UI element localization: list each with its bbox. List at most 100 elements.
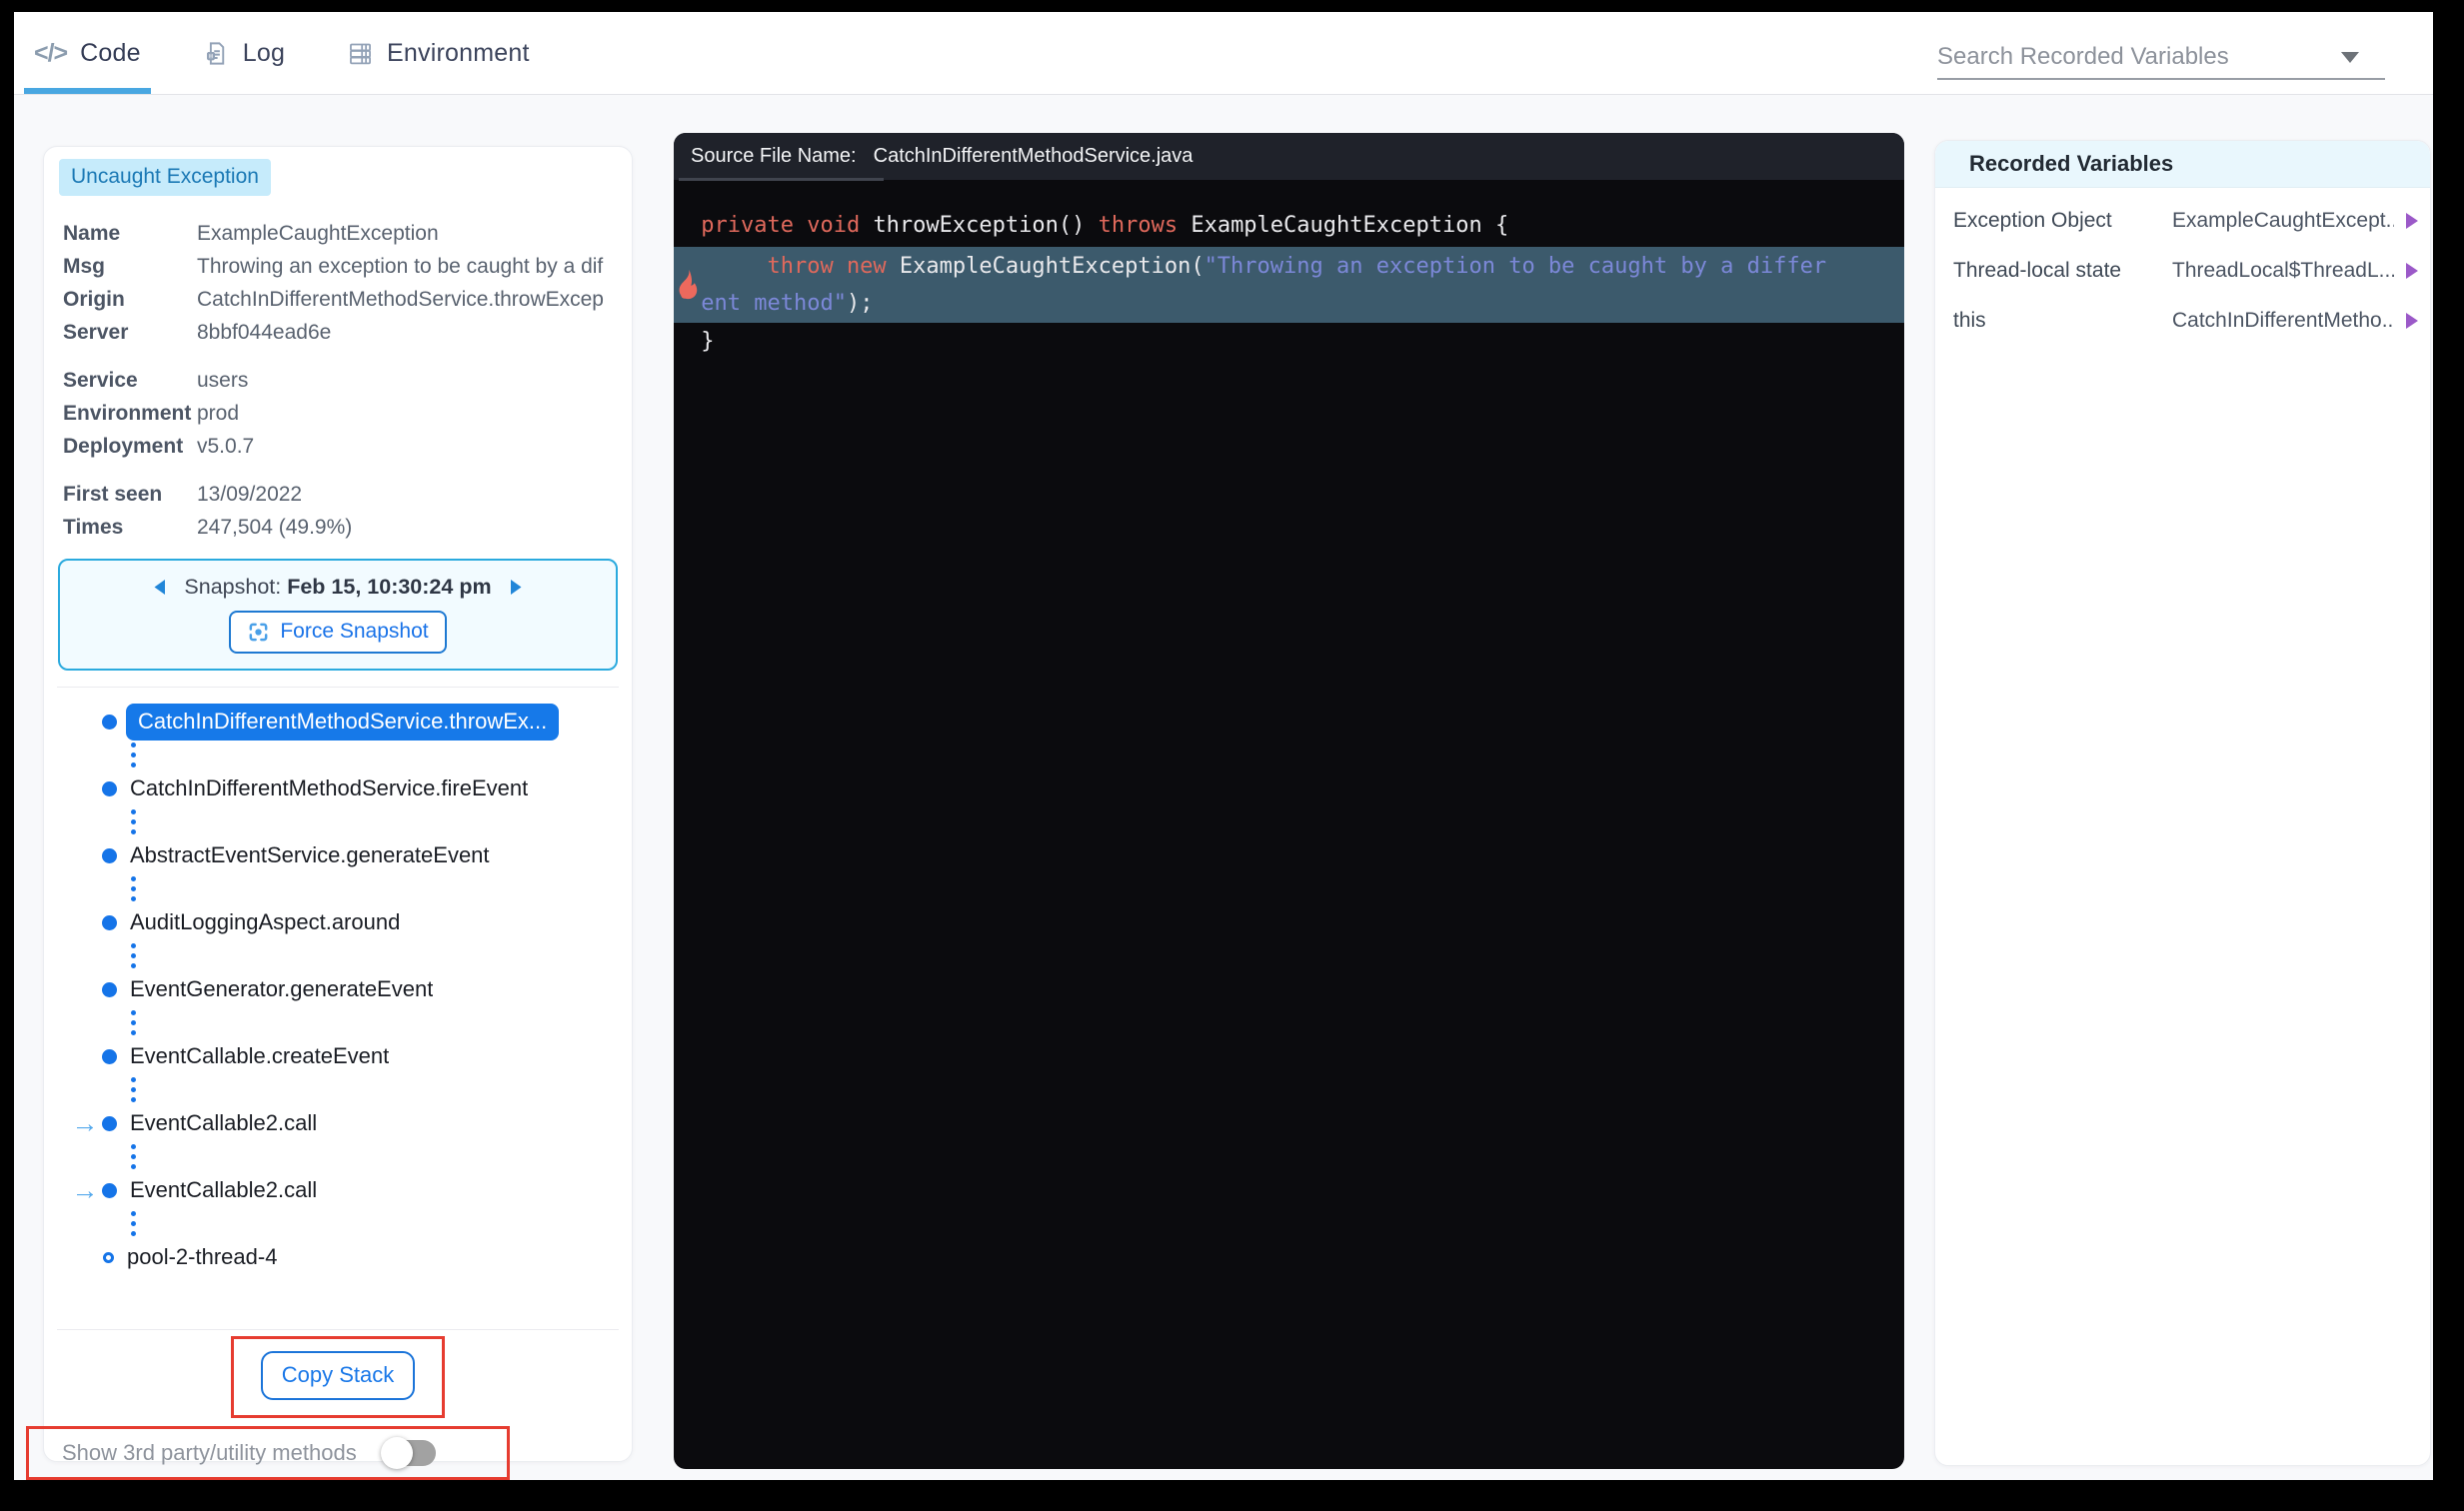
force-snapshot-label: Force Snapshot [280,620,429,643]
detail-value: 247,504 (49.9%) [197,516,353,539]
stack-connector [131,1010,632,1035]
tab-code[interactable]: </> Code [24,12,151,94]
exception-details: Name ExampleCaughtException Msg Throwing an… [63,217,614,544]
tab-bar: </> Code Log Environment [24,12,590,94]
tab-environment[interactable]: Environment [345,12,532,94]
exception-panel: Uncaught Exception Name ExampleCaughtExce… [26,146,633,1480]
annotation-rect-third-party-toggle: Show 3rd party/utility methods [26,1426,510,1480]
detail-row: Origin CatchInDifferentMethodService.thro… [63,283,614,316]
stack-item[interactable]: EventGenerator.generateEvent [68,972,632,1006]
force-snapshot-button[interactable]: Force Snapshot [229,611,447,654]
detail-value: Throwing an exception to be caught by a … [197,255,604,278]
source-file-name-label: Source File Name: [691,145,857,167]
variable-value: CatchInDifferentMetho... [2172,309,2394,332]
toggle-knob [380,1437,413,1469]
detail-label: Deployment [63,435,184,458]
snapshot-timestamp: Feb 15, 10:30:24 pm [287,575,492,599]
stack-item[interactable]: CatchInDifferentMethodService.throwEx... [68,703,632,741]
app-window: </> Code Log Environment Search Recorded Va… [14,12,2433,1480]
thread-marker-icon [103,1251,114,1263]
variable-value: ThreadLocal$ThreadL... [2172,259,2394,282]
recorded-variables-rows: Exception Object ExampleCaughtExcept... Th… [1935,188,2430,346]
detail-value: 8bbf044ead6e [197,321,332,344]
snapshot-nav: Snapshot: Feb 15, 10:30:24 pm [152,575,523,600]
detail-group: First seen 13/09/2022 Times 247,504 (49.9%) [63,478,614,544]
variable-name: this [1953,309,1986,332]
expand-variable-icon[interactable] [2406,263,2418,279]
frame-marker-icon [102,914,117,930]
detail-row: Name ExampleCaughtException [63,217,614,250]
frame-marker-icon [102,780,117,796]
tab-label: Environment [387,38,530,67]
stack-item[interactable]: AuditLoggingAspect.around [68,905,632,939]
stack-item[interactable]: CatchInDifferentMethodService.fireEvent [68,771,632,805]
previous-snapshot-button[interactable] [152,579,166,596]
force-snapshot-icon [247,621,270,644]
stack-item[interactable]: → EventCallable2.call [68,1173,632,1207]
stack-trace-list: CatchInDifferentMethodService.throwEx...… [44,703,632,1274]
detail-value: v5.0.7 [197,435,255,458]
detail-label: Environment [63,402,192,425]
detail-value: users [197,369,249,392]
recorded-variables-panel: Recorded Variables Exception Object Examp… [1934,140,2431,1466]
stack-item-label: EventCallable2.call [130,1110,318,1135]
stack-item-label: EventCallable.createEvent [130,1043,390,1068]
detail-row: Times 247,504 (49.9%) [63,511,614,544]
frame-marker-icon [102,714,117,730]
search-recorded-variables-label: Search Recorded Variables [1937,43,2229,70]
detail-label: Times [63,516,124,539]
stack-item[interactable]: AbstractEventService.generateEvent [68,838,632,872]
copy-stack-zone: Copy Stack [44,1336,632,1418]
divider [57,1329,619,1330]
detail-label: First seen [63,483,163,506]
expand-variable-icon[interactable] [2406,313,2418,329]
recorded-variables-header: Recorded Variables [1935,141,2430,188]
stack-connector [131,876,632,901]
third-party-toggle[interactable] [380,1437,436,1469]
environment-icon [347,40,374,67]
stack-item-label: pool-2-thread-4 [127,1244,278,1269]
annotation-rect-copy-stack: Copy Stack [230,1336,446,1418]
tab-log[interactable]: Log [201,12,287,94]
detail-label: Server [63,321,129,344]
stack-item-label: AuditLoggingAspect.around [130,909,401,934]
stack-connector [131,743,632,767]
variable-row[interactable]: this CatchInDifferentMetho... [1935,296,2430,346]
tab-label: Log [242,38,286,67]
code-viewer-header: Source File Name: CatchInDifferentMethod… [674,133,1904,181]
snapshot-label: Snapshot: [184,575,282,599]
divider [57,687,619,688]
stack-connector [131,1144,632,1169]
stack-connector [131,1077,632,1102]
stack-item-label: AbstractEventService.generateEvent [130,842,490,867]
stack-item[interactable]: pool-2-thread-4 [68,1240,632,1274]
detail-row: Service users [63,364,614,397]
detail-label: Msg [63,255,105,278]
code-body: private void throwException() throws Exa… [674,180,1904,1469]
detail-row: Server 8bbf044ead6e [63,316,614,349]
chevron-down-icon [2341,51,2359,63]
next-snapshot-button[interactable] [510,579,524,596]
frame-marker-icon [102,1115,117,1131]
variable-row[interactable]: Thread-local state ThreadLocal$ThreadL... [1935,246,2430,296]
detail-row: Deployment v5.0.7 [63,430,614,463]
third-party-toggle-label: Show 3rd party/utility methods [62,1440,357,1465]
stack-item[interactable]: EventCallable.createEvent [68,1039,632,1073]
detail-label: Service [63,369,138,392]
stack-item-label-selected: CatchInDifferentMethodService.throwEx... [126,703,560,741]
code-line: private void throwException() throws Exa… [688,213,1509,238]
copy-stack-button[interactable]: Copy Stack [260,1351,416,1400]
detail-row: First seen 13/09/2022 [63,478,614,511]
exception-type-badge: Uncaught Exception [59,159,271,196]
detail-label: Name [63,222,121,245]
detail-row: Environment prod [63,397,614,430]
variable-name: Thread-local state [1953,259,2122,282]
highlighted-code-line: throw new ExampleCaughtException("Throwi… [674,247,1904,323]
stack-connector [131,1211,632,1236]
variable-row[interactable]: Exception Object ExampleCaughtExcept... [1935,196,2430,246]
code-viewer-panel: Source File Name: CatchInDifferentMethod… [674,133,1904,1469]
search-recorded-variables-select[interactable]: Search Recorded Variables [1937,36,2385,80]
expand-variable-icon[interactable] [2406,213,2418,229]
stack-item[interactable]: → EventCallable2.call [68,1106,632,1140]
reentry-arrow-icon: → [71,1107,99,1138]
